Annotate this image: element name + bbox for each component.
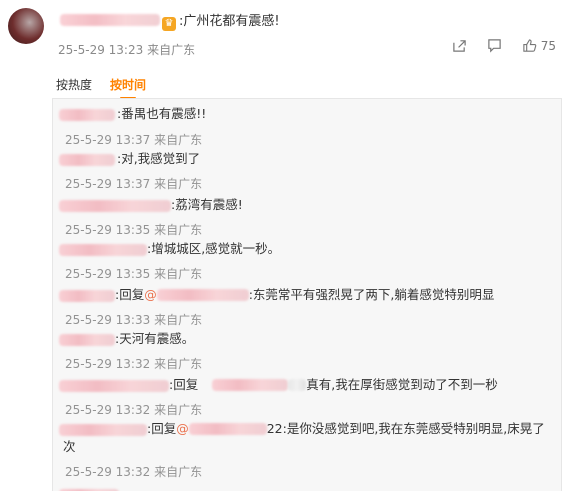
comment-meta: 25-5-29 13:33 来自广东: [65, 311, 202, 328]
post-actions: 75: [452, 38, 556, 53]
like-button[interactable]: 75: [522, 38, 556, 53]
comment-location: 来自广东: [154, 177, 203, 191]
reply-prefix: :回复: [169, 377, 199, 392]
reply-prefix: :回复: [115, 287, 145, 302]
redacted-fragment: [288, 379, 307, 391]
comment-text: :天河有震感。: [115, 331, 195, 346]
comment-location: 来自广东: [154, 357, 203, 371]
avatar[interactable]: [8, 8, 44, 44]
comment-location: 来自广东: [154, 313, 203, 327]
comment-time: 25-5-29 13:32: [65, 357, 151, 371]
post-content: ♛:广州花都有震感!: [162, 10, 280, 31]
comment-time: 25-5-29 13:32: [65, 465, 151, 479]
like-icon: [523, 39, 537, 52]
commenter-name-redacted[interactable]: [59, 109, 115, 121]
commenter-name-redacted[interactable]: [59, 244, 147, 256]
comment-location: 来自广东: [154, 223, 203, 237]
comment-meta: 25-5-29 13:35 来自广东: [65, 265, 202, 282]
comment-location: 来自广东: [154, 465, 203, 479]
comment-time: 25-5-29 13:37: [65, 133, 151, 147]
comment-meta: 25-5-29 13:37 来自广东: [65, 131, 202, 148]
mention-name-redacted[interactable]: [188, 423, 267, 435]
comment-text: :对,我感觉到了: [117, 151, 201, 166]
reply-text: 真有,我在厚街感觉到动了不到一秒: [306, 377, 498, 392]
post-text: :广州花都有震感!: [179, 14, 280, 29]
comment-text: :回复@ 22:是你没感觉到吧,我在东莞感受特别明显,床晃了次: [63, 420, 555, 456]
sort-tabs: 按热度 按时间: [56, 76, 146, 93]
comment-meta: 25-5-29 13:37 来自广东: [65, 175, 202, 192]
commenter-name-redacted[interactable]: [59, 290, 115, 302]
mention-link[interactable]: @: [144, 287, 157, 302]
reply-text: :是你没感觉到吧,我在东莞感受特别明显,床晃了次: [63, 421, 545, 454]
mention-name-redacted[interactable]: [212, 379, 289, 391]
weibo-post: ♛:广州花都有震感! 25-5-29 13:23 来自广东 75: [0, 0, 568, 68]
comment-text: :荔湾有震感!: [171, 197, 243, 212]
share-icon: [452, 40, 466, 52]
comment-button[interactable]: [487, 38, 502, 53]
comment-location: 来自广东: [154, 403, 203, 417]
comment-time: 25-5-29 13:32: [65, 403, 151, 417]
username-redacted[interactable]: [60, 14, 160, 26]
commenter-name-redacted[interactable]: [59, 200, 171, 212]
comment-meta: 25-5-29 13:32 来自广东: [65, 401, 202, 418]
comment-list: :番禺也有震感!! 25-5-29 13:37 来自广东 :对,我感觉到了 25…: [52, 98, 562, 491]
reply-prefix: :回复: [147, 421, 177, 436]
mention-suffix: 22: [266, 421, 283, 436]
comment-icon: [487, 39, 501, 53]
share-button[interactable]: [452, 38, 467, 53]
comment-time: 25-5-29 13:37: [65, 177, 151, 191]
comment-text: :回复 真有,我在厚街感觉到动了不到一秒: [169, 376, 498, 394]
post-location: 来自广东: [147, 43, 196, 57]
mention-name-redacted[interactable]: [156, 289, 249, 301]
comment-location: 来自广东: [154, 267, 203, 281]
crown-icon: ♛: [162, 17, 176, 31]
tab-sort-hot[interactable]: 按热度: [56, 76, 92, 93]
tab-sort-time[interactable]: 按时间: [110, 76, 146, 93]
comment-text: :回复@ :东莞常平有强烈晃了两下,躺着感觉特别明显: [115, 286, 494, 304]
comment-meta: 25-5-29 13:32 来自广东: [65, 355, 202, 372]
reply-text: :东莞常平有强烈晃了两下,躺着感觉特别明显: [248, 287, 495, 302]
post-meta: 25-5-29 13:23 来自广东: [58, 41, 195, 58]
comment-time: 25-5-29 13:35: [65, 267, 151, 281]
commenter-name-redacted[interactable]: [59, 154, 115, 166]
post-time: 25-5-29 13:23: [58, 43, 144, 57]
commenter-name-redacted[interactable]: [59, 334, 115, 346]
comment-text: :番禺也有震感!!: [117, 106, 207, 121]
mention-link[interactable]: @: [176, 421, 189, 436]
comment-meta: 25-5-29 13:32 来自广东: [65, 463, 202, 480]
comment-time: 25-5-29 13:33: [65, 313, 151, 327]
comment-location: 来自广东: [154, 133, 203, 147]
comment-time: 25-5-29 13:35: [65, 223, 151, 237]
comment-text: :增城城区,感觉就一秒。: [147, 241, 281, 256]
like-count: 75: [540, 38, 556, 53]
commenter-name-redacted[interactable]: [59, 380, 169, 392]
comment-meta: 25-5-29 13:35 来自广东: [65, 221, 202, 238]
